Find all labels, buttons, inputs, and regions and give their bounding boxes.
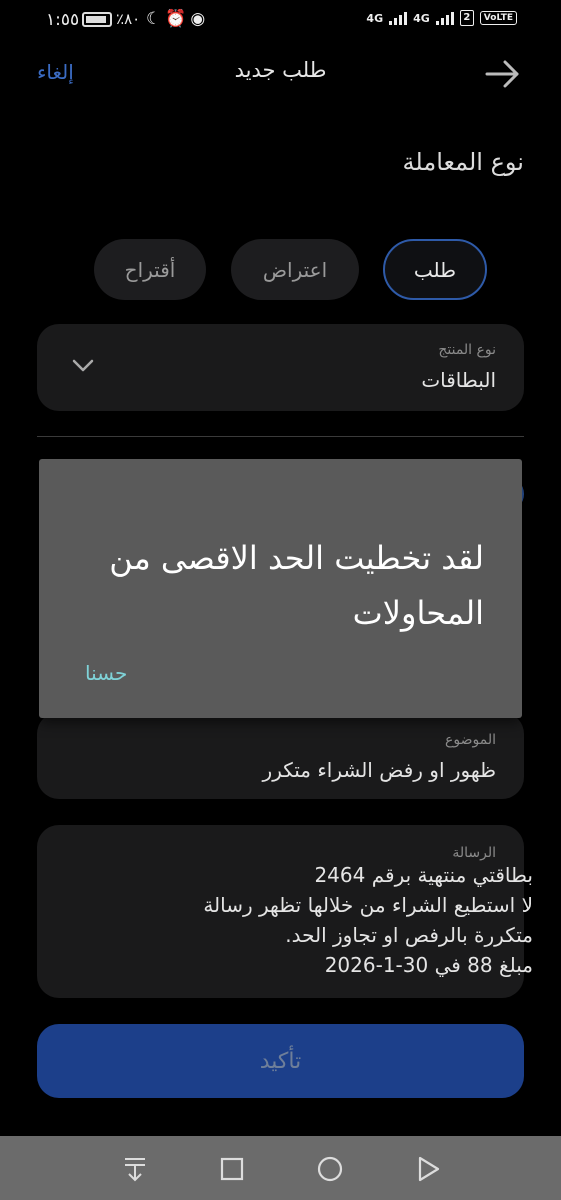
network-type-1: 4G <box>366 11 384 25</box>
volte-badge: VoLTE <box>479 11 517 25</box>
page-title: طلب جديد <box>234 58 327 82</box>
message-line: مبلغ 88 في 30-1-2026 <box>324 953 533 977</box>
moon-icon: ☾ <box>146 9 166 29</box>
network-type-2: 4G <box>413 11 430 25</box>
ok-button[interactable]: حسنا <box>85 661 127 685</box>
battery-percent: ٪٨٠ <box>116 10 141 28</box>
subject-field[interactable]: الموضوع ظهور او رفض الشراء متكرر <box>37 712 524 799</box>
battery-icon <box>82 12 112 27</box>
message-line: بطاقتي منتهية برقم 2464 <box>314 863 533 887</box>
recents-icon[interactable] <box>217 1154 247 1184</box>
chip-objection[interactable]: اعتراض <box>231 239 359 300</box>
chip-suggestion[interactable]: أقتراح <box>94 239 206 300</box>
message-label: الرسالة <box>452 845 496 861</box>
back-arrow-icon[interactable] <box>483 56 523 92</box>
subject-value: ظهور او رفض الشراء متكرر <box>262 758 496 782</box>
subject-label: الموضوع <box>445 732 496 748</box>
alarm-icon: ⏰ <box>165 9 191 29</box>
signal-icon <box>389 11 408 25</box>
signal-icon-2 <box>435 11 454 25</box>
screen: ١:٥٥ ٪٨٠ ☾⏰◉ 4G 4G 2 VoLTE إلغاء طلب جدي… <box>0 0 561 1200</box>
product-type-label: نوع المنتج <box>438 342 496 358</box>
divider <box>37 436 524 437</box>
status-right: 4G 4G 2 VoLTE <box>366 10 517 26</box>
message-text: بطاقتي منتهية برقم 2464 لا استطيع الشراء… <box>203 860 533 980</box>
status-time: ١:٥٥ <box>46 10 80 30</box>
product-type-select[interactable]: نوع المنتج البطاقات <box>37 324 524 411</box>
dialog-message: لقد تخطيت الحد الاقصى من المحاولات <box>109 539 484 632</box>
app-header: إلغاء طلب جديد <box>0 50 561 98</box>
product-type-value: البطاقات <box>421 368 496 392</box>
home-icon[interactable] <box>315 1154 345 1184</box>
status-bar: ١:٥٥ ٪٨٠ ☾⏰◉ 4G 4G 2 VoLTE <box>0 0 561 40</box>
back-icon[interactable] <box>413 1154 443 1184</box>
message-line: لا استطيع الشراء من خلالها تظهر رسالة <box>203 893 533 917</box>
sim-icon: 2 <box>459 10 474 26</box>
message-line: متكررة بالرفص او تجاوز الحد. <box>285 923 533 947</box>
chevron-down-icon <box>72 359 94 372</box>
system-nav-bar <box>0 1136 561 1200</box>
transaction-type-heading: نوع المعاملة <box>402 148 524 176</box>
eye-icon: ◉ <box>190 9 210 29</box>
chip-request[interactable]: طلب <box>383 239 487 300</box>
confirm-button[interactable]: تأكيد <box>37 1024 524 1098</box>
status-icons: ☾⏰◉ <box>146 9 209 29</box>
notification-pull-icon[interactable] <box>120 1154 150 1184</box>
alert-dialog: لقد تخطيت الحد الاقصى من المحاولات حسنا <box>39 459 522 718</box>
